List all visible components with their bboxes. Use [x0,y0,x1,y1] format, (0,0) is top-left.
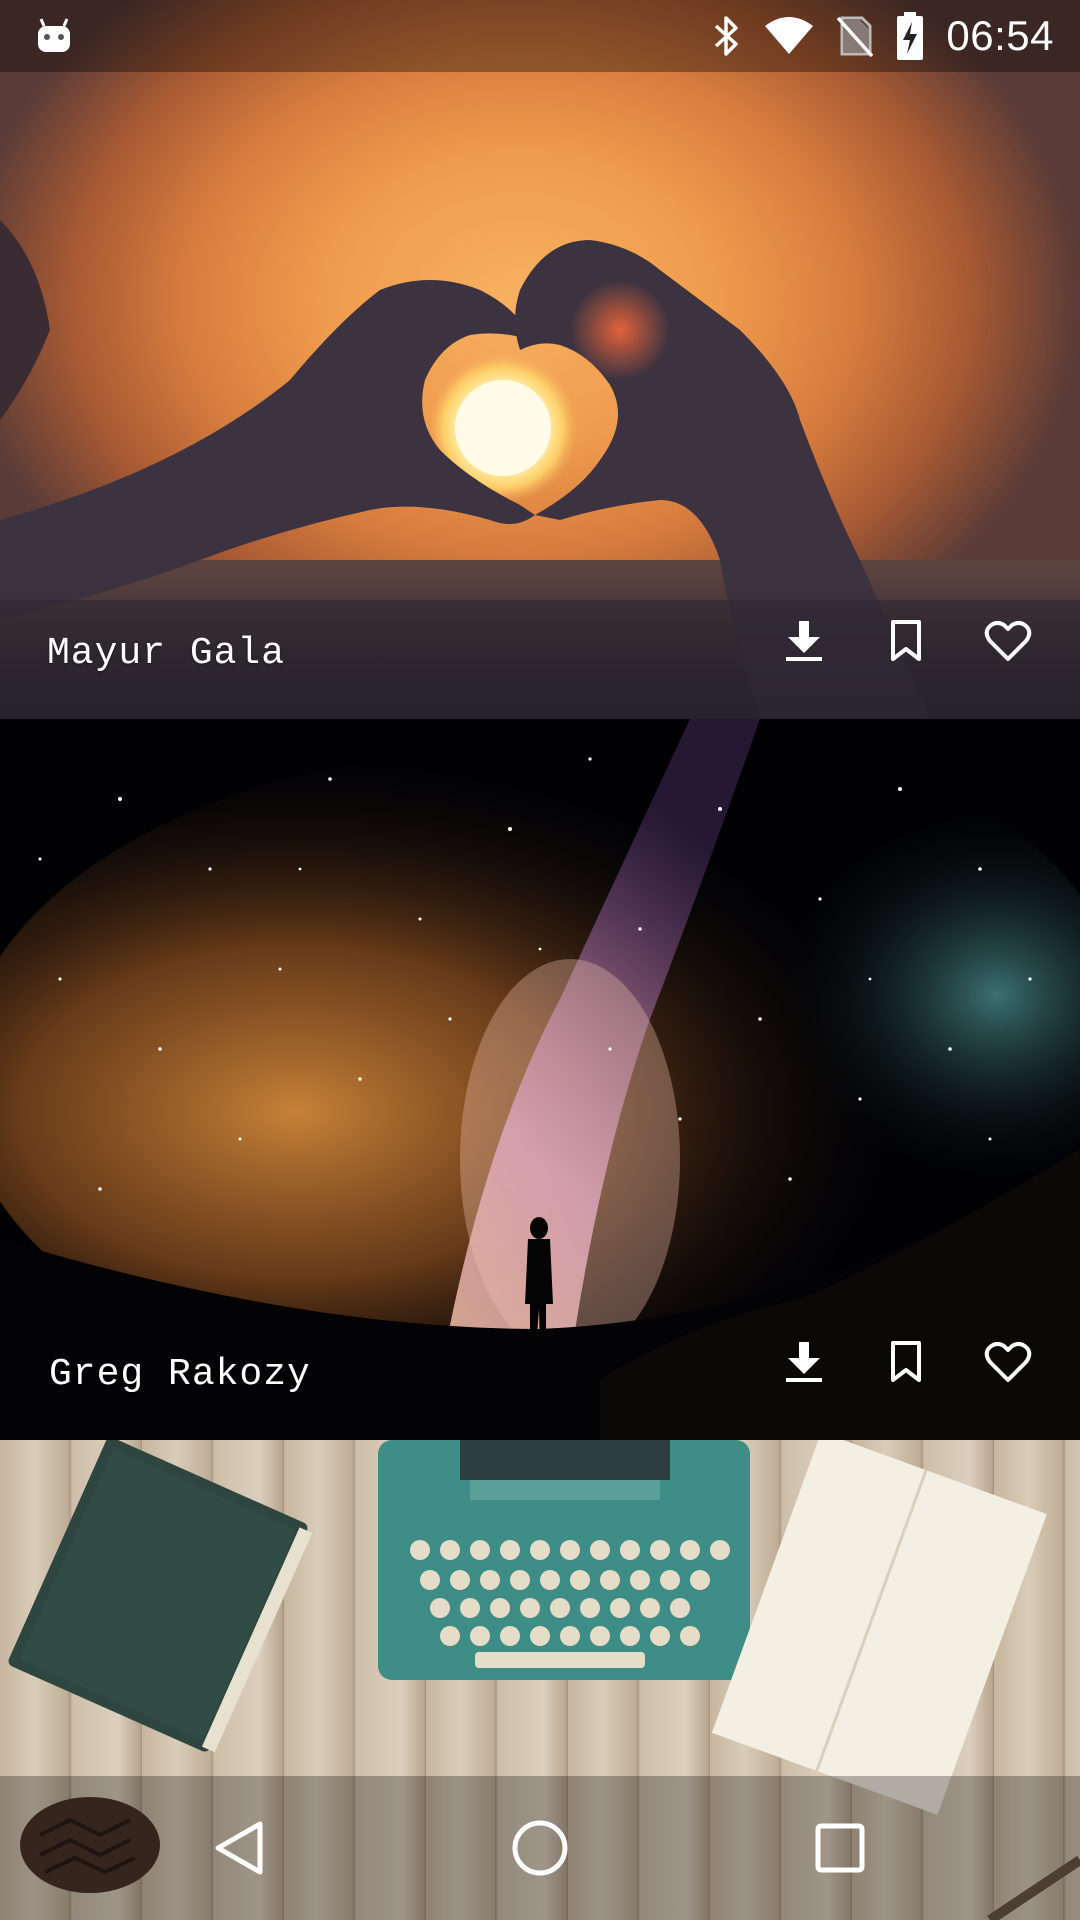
no-sim-icon [836,14,874,58]
wifi-icon [764,16,814,56]
status-bar: 06:54 [0,0,1080,72]
back-icon [215,1821,263,1875]
back-button[interactable] [200,1808,280,1888]
battery-charging-icon [896,12,924,60]
recent-apps-icon [815,1823,865,1873]
download-icon [786,621,822,661]
like-button[interactable] [980,1334,1036,1390]
photo-card-footer: Greg Rakozy [0,1300,1080,1440]
status-icons: 06:54 [690,10,1054,62]
bluetooth-icon [712,14,742,58]
download-button[interactable] [776,1334,832,1390]
bookmark-button[interactable] [878,613,934,669]
recent-apps-button[interactable] [800,1808,880,1888]
photo-author[interactable]: Mayur Gala [47,632,285,675]
home-button[interactable] [500,1808,580,1888]
photo-actions [730,1334,1036,1390]
bookmark-icon [891,620,921,661]
photo-feed-screen: 06:54 Mayur Gala Greg Rakozy [0,0,1080,1920]
like-button[interactable] [980,613,1036,669]
photo-actions [730,613,1036,669]
heart-icon [984,1341,1032,1382]
home-icon [512,1820,568,1876]
photo-author[interactable]: Greg Rakozy [49,1353,311,1396]
photo-card[interactable]: Mayur Gala [0,0,1080,719]
heart-icon [984,620,1032,661]
status-clock: 06:54 [946,12,1054,59]
photo-card-footer: Mayur Gala [0,579,1080,719]
photo-card[interactable]: Greg Rakozy [0,719,1080,1440]
bookmark-button[interactable] [878,1334,934,1390]
navigation-bar [0,1776,1080,1920]
download-button[interactable] [776,613,832,669]
android-notification-icon [36,16,72,54]
download-icon [786,1342,822,1382]
bookmark-icon [891,1341,921,1382]
